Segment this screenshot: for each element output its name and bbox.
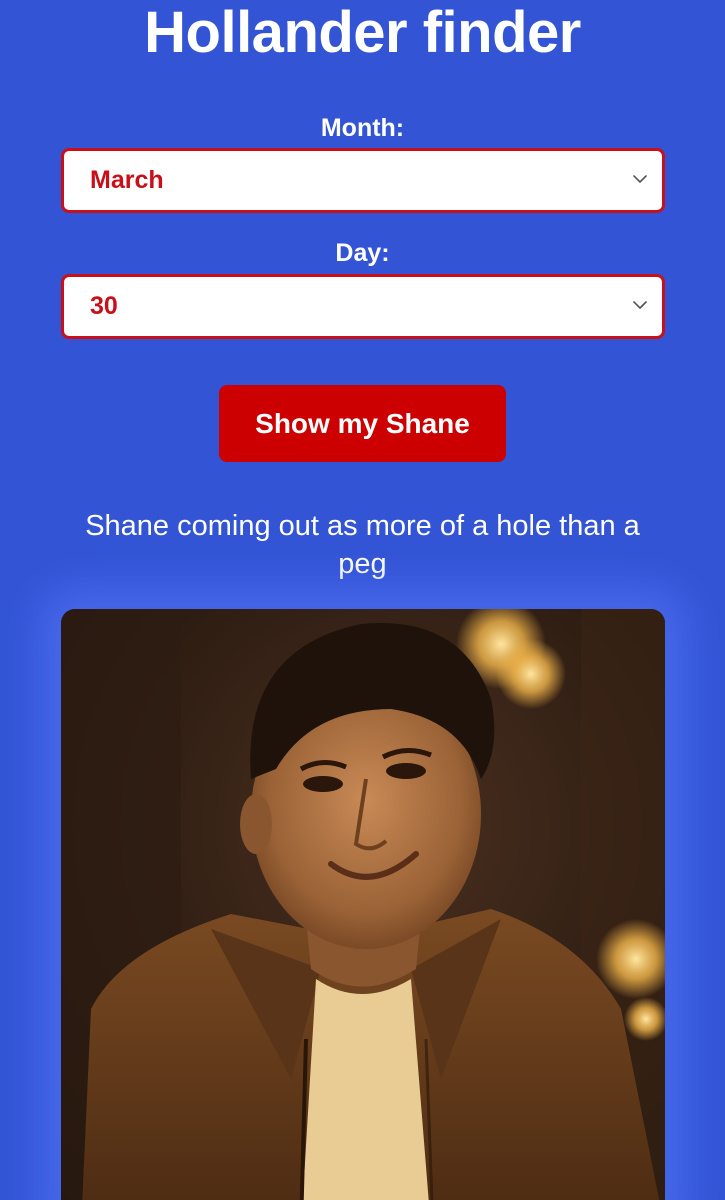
chevron-down-icon [633,175,647,183]
month-label: Month: [320,114,405,142]
page-title: Hollander finder [144,0,581,65]
month-select-value: March [90,166,164,194]
day-select[interactable]: 30 [61,274,665,339]
month-select[interactable]: March [61,148,665,213]
day-select-value: 30 [90,292,118,320]
day-label: Day: [335,239,390,267]
show-my-shane-button[interactable]: Show my Shane [219,385,506,462]
chevron-down-icon [633,301,647,309]
result-caption: Shane coming out as more of a hole than … [85,510,640,580]
page: Hollander finder Month: March Day: 30 Sh… [0,0,725,1200]
result-photo [61,609,665,1200]
person-photo-icon [61,609,665,1200]
